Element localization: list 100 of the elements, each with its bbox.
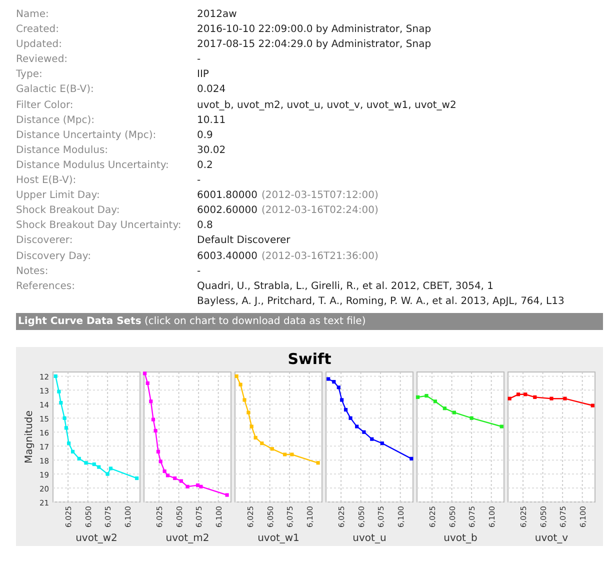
date-note: (2012-03-15T07:12:00): [261, 189, 378, 204]
data-point: [246, 410, 250, 414]
data-point: [452, 410, 456, 414]
data-point: [146, 381, 150, 385]
section-header: Light Curve Data Sets (click on chart to download data as text file): [16, 312, 603, 330]
data-point: [186, 484, 190, 488]
data-point: [67, 441, 71, 445]
data-point: [370, 437, 374, 441]
data-point: [355, 424, 359, 428]
data-point: [290, 452, 294, 456]
axis-title: uvot_v: [534, 532, 568, 544]
reference-text: Bayless, A. J., Pritchard, T. A., Roming, P. W. A., et al. 2013, ApJL, 764, L13: [197, 294, 564, 309]
data-point: [410, 456, 414, 460]
field-value: IIP: [197, 68, 209, 82]
data-point: [270, 446, 274, 451]
plot-area[interactable]: [326, 371, 414, 502]
axis-title: Magnitude: [24, 410, 35, 464]
plot-area[interactable]: [416, 371, 504, 502]
plot-area[interactable]: [508, 371, 596, 502]
reference-text: Quadri, U., Strabla, L., Girelli, R., et al. 2012, CBET, 3054, 1: [197, 280, 495, 294]
field-label: Distance Modulus Uncertainty:: [16, 158, 170, 173]
data-point: [516, 392, 520, 396]
data-point: [326, 377, 330, 381]
data-point: [348, 416, 352, 420]
data-point: [156, 450, 160, 454]
field-value: 6001.80000: [197, 189, 258, 204]
date-note: (2012-03-16T02:24:00): [261, 204, 378, 218]
field-value: 0.024: [197, 83, 226, 98]
field-label: Shock Breakout Day:: [16, 204, 121, 218]
data-point: [149, 399, 153, 404]
data-point: [158, 460, 162, 464]
field-label: Host E(B-V):: [16, 174, 78, 188]
data-point: [362, 430, 366, 434]
data-point: [416, 395, 420, 399]
data-point: [590, 404, 594, 408]
field-label: Type:: [16, 68, 44, 82]
field-value: 0.9: [197, 128, 213, 143]
field-value: 2016-10-10 22:09:00.0 by Administrator, Snap: [197, 23, 432, 38]
axis-title: uvot_u: [352, 532, 386, 544]
chart-title: Swift: [286, 348, 332, 370]
data-point: [225, 493, 229, 497]
field-label: Discoverer:: [16, 234, 74, 248]
data-point: [106, 472, 110, 476]
data-point: [332, 380, 336, 384]
field-label: Discovery Day:: [16, 250, 92, 264]
field-value: 0.2: [197, 158, 213, 173]
data-point: [550, 396, 554, 400]
data-point: [344, 408, 348, 412]
data-point: [84, 460, 88, 465]
field-label: Upper Limit Day:: [16, 189, 101, 204]
data-point: [238, 382, 242, 386]
field-label: Created:: [16, 23, 60, 38]
field-value: 2012aw: [197, 8, 237, 22]
axis-title: uvot_w2: [76, 532, 118, 544]
data-point: [179, 479, 183, 483]
field-value: 2017-08-15 22:04:29.0 by Administrator, Snap: [197, 38, 432, 52]
data-point: [54, 374, 58, 378]
axis-title: uvot_b: [444, 532, 478, 544]
axis-title: uvot_w1: [258, 532, 300, 544]
field-label: Reviewed:: [16, 53, 69, 68]
data-point: [380, 441, 384, 445]
axis-title: uvot_m2: [166, 532, 210, 544]
data-point: [316, 460, 320, 465]
data-point: [500, 424, 504, 428]
data-point: [336, 385, 340, 390]
data-point: [108, 466, 113, 470]
plot-area[interactable]: [52, 371, 140, 502]
data-point: [340, 398, 344, 402]
field-label: Name:: [16, 8, 50, 22]
field-label: Notes:: [16, 264, 50, 279]
data-point: [62, 416, 66, 420]
data-point: [77, 456, 81, 460]
date-note: (2012-03-16T21:36:00): [261, 250, 378, 264]
data-point: [433, 399, 437, 404]
data-point: [260, 441, 264, 445]
field-value: -: [197, 53, 201, 68]
field-value: 6003.40000: [197, 250, 258, 264]
field-value: 10.11: [197, 114, 226, 128]
data-point: [470, 416, 474, 420]
data-point: [234, 374, 238, 378]
field-label: Distance (Mpc):: [16, 114, 96, 128]
field-label: Updated:: [16, 38, 63, 52]
data-point: [508, 396, 512, 400]
data-point: [151, 418, 156, 422]
data-point: [442, 406, 446, 410]
field-value: -: [197, 264, 201, 279]
data-point: [250, 424, 254, 428]
data-point: [57, 390, 61, 394]
field-label: Shock Breakout Day Uncertainty:: [16, 219, 182, 234]
data-point: [524, 392, 528, 396]
field-label: Distance Uncertainty (Mpc):: [16, 128, 158, 143]
field-label: References:: [16, 280, 76, 294]
data-point: [143, 371, 147, 376]
plot-area[interactable]: [234, 371, 322, 502]
data-point: [563, 396, 567, 400]
field-label: Filter Color:: [16, 98, 74, 113]
field-value: -: [197, 174, 201, 188]
field-label: Distance Modulus:: [16, 144, 110, 158]
data-point: [59, 400, 63, 404]
data-point: [173, 476, 177, 480]
